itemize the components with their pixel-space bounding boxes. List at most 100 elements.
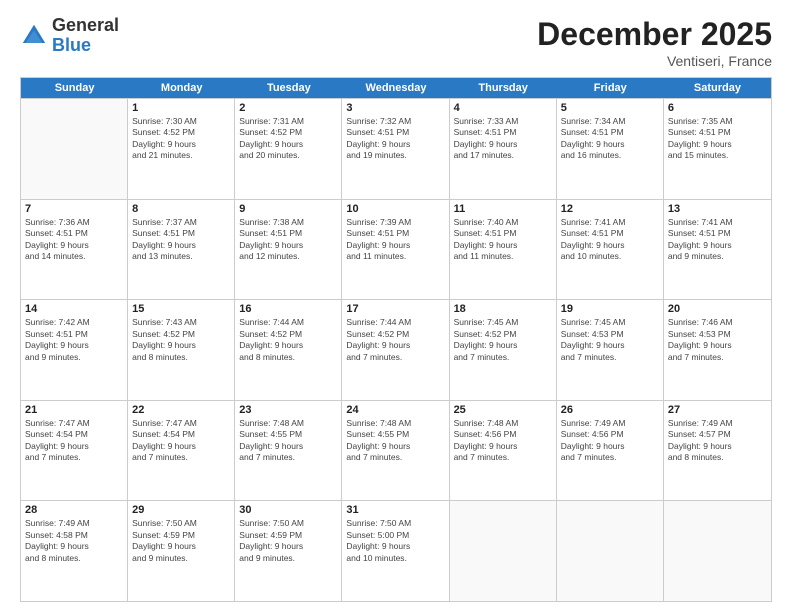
location: Ventiseri, France bbox=[537, 53, 772, 69]
calendar-cell bbox=[450, 501, 557, 601]
day-number: 29 bbox=[132, 504, 230, 516]
day-info: Sunrise: 7:33 AM Sunset: 4:51 PM Dayligh… bbox=[454, 116, 552, 162]
calendar-cell: 25 Sunrise: 7:48 AM Sunset: 4:56 PM Dayli… bbox=[450, 401, 557, 501]
calendar-cell: 12Sunrise: 7:41 AM Sunset: 4:51 PM Dayli… bbox=[557, 200, 664, 300]
day-number: 24 bbox=[346, 404, 444, 416]
calendar-cell: 8 Sunrise: 7:37 AM Sunset: 4:51 PM Daylig… bbox=[128, 200, 235, 300]
day-info: Sunrise: 7:39 AM Sunset: 4:51 PM Dayligh… bbox=[346, 217, 444, 263]
calendar-row-5: 28Sunrise: 7:49 AM Sunset: 4:58 PM Dayli… bbox=[21, 500, 771, 601]
day-number: 22 bbox=[132, 404, 230, 416]
day-number: 30 bbox=[239, 504, 337, 516]
day-info: Sunrise: 7:35 AM Sunset: 4:51 PM Dayligh… bbox=[668, 116, 767, 162]
day-number: 19 bbox=[561, 303, 659, 315]
calendar-cell: 20 Sunrise: 7:46 AM Sunset: 4:53 PM Dayli… bbox=[664, 300, 771, 400]
calendar-cell: 19 Sunrise: 7:45 AM Sunset: 4:53 PM Dayli… bbox=[557, 300, 664, 400]
calendar-body: 1Sunrise: 7:30 AM Sunset: 4:52 PM Daylig… bbox=[21, 98, 771, 601]
day-number: 7 bbox=[25, 203, 123, 215]
day-info: Sunrise: 7:48 AM Sunset: 4:56 PM Dayligh… bbox=[454, 418, 552, 464]
calendar-cell: 23 Sunrise: 7:48 AM Sunset: 4:55 PM Dayli… bbox=[235, 401, 342, 501]
calendar-cell: 17Sunrise: 7:44 AM Sunset: 4:52 PM Dayli… bbox=[342, 300, 449, 400]
day-number: 2 bbox=[239, 102, 337, 114]
day-info: Sunrise: 7:49 AM Sunset: 4:57 PM Dayligh… bbox=[668, 418, 767, 464]
calendar-cell: 30 Sunrise: 7:50 AM Sunset: 4:59 PM Dayli… bbox=[235, 501, 342, 601]
header-day-wednesday: Wednesday bbox=[342, 78, 449, 98]
calendar-cell: 28Sunrise: 7:49 AM Sunset: 4:58 PM Dayli… bbox=[21, 501, 128, 601]
day-number: 26 bbox=[561, 404, 659, 416]
day-number: 18 bbox=[454, 303, 552, 315]
logo-general: General bbox=[52, 16, 119, 36]
header-day-tuesday: Tuesday bbox=[235, 78, 342, 98]
day-info: Sunrise: 7:46 AM Sunset: 4:53 PM Dayligh… bbox=[668, 317, 767, 363]
day-info: Sunrise: 7:36 AM Sunset: 4:51 PM Dayligh… bbox=[25, 217, 123, 263]
day-info: Sunrise: 7:30 AM Sunset: 4:52 PM Dayligh… bbox=[132, 116, 230, 162]
calendar-cell: 26 Sunrise: 7:49 AM Sunset: 4:56 PM Dayli… bbox=[557, 401, 664, 501]
calendar-cell: 10Sunrise: 7:39 AM Sunset: 4:51 PM Dayli… bbox=[342, 200, 449, 300]
calendar-cell: 2 Sunrise: 7:31 AM Sunset: 4:52 PM Daylig… bbox=[235, 99, 342, 199]
calendar-cell: 15Sunrise: 7:43 AM Sunset: 4:52 PM Dayli… bbox=[128, 300, 235, 400]
calendar-row-3: 14 Sunrise: 7:42 AM Sunset: 4:51 PM Dayli… bbox=[21, 299, 771, 400]
calendar-cell: 9 Sunrise: 7:38 AM Sunset: 4:51 PM Daylig… bbox=[235, 200, 342, 300]
calendar-cell: 3Sunrise: 7:32 AM Sunset: 4:51 PM Daylig… bbox=[342, 99, 449, 199]
day-info: Sunrise: 7:47 AM Sunset: 4:54 PM Dayligh… bbox=[25, 418, 123, 464]
day-info: Sunrise: 7:45 AM Sunset: 4:52 PM Dayligh… bbox=[454, 317, 552, 363]
calendar-row-1: 1Sunrise: 7:30 AM Sunset: 4:52 PM Daylig… bbox=[21, 98, 771, 199]
day-number: 25 bbox=[454, 404, 552, 416]
day-number: 23 bbox=[239, 404, 337, 416]
calendar-cell bbox=[557, 501, 664, 601]
calendar-cell: 31Sunrise: 7:50 AM Sunset: 5:00 PM Dayli… bbox=[342, 501, 449, 601]
calendar-cell: 14 Sunrise: 7:42 AM Sunset: 4:51 PM Dayli… bbox=[21, 300, 128, 400]
calendar-cell: 29Sunrise: 7:50 AM Sunset: 4:59 PM Dayli… bbox=[128, 501, 235, 601]
calendar-cell: 22 Sunrise: 7:47 AM Sunset: 4:54 PM Dayli… bbox=[128, 401, 235, 501]
day-number: 16 bbox=[239, 303, 337, 315]
header-day-thursday: Thursday bbox=[450, 78, 557, 98]
day-number: 8 bbox=[132, 203, 230, 215]
logo-blue: Blue bbox=[52, 36, 119, 56]
logo-text: General Blue bbox=[52, 16, 119, 56]
day-number: 6 bbox=[668, 102, 767, 114]
day-info: Sunrise: 7:43 AM Sunset: 4:52 PM Dayligh… bbox=[132, 317, 230, 363]
calendar-cell: 13 Sunrise: 7:41 AM Sunset: 4:51 PM Dayli… bbox=[664, 200, 771, 300]
day-number: 14 bbox=[25, 303, 123, 315]
calendar-cell: 21 Sunrise: 7:47 AM Sunset: 4:54 PM Dayli… bbox=[21, 401, 128, 501]
day-number: 4 bbox=[454, 102, 552, 114]
calendar-cell: 6 Sunrise: 7:35 AM Sunset: 4:51 PM Daylig… bbox=[664, 99, 771, 199]
calendar-cell: 24Sunrise: 7:48 AM Sunset: 4:55 PM Dayli… bbox=[342, 401, 449, 501]
day-info: Sunrise: 7:31 AM Sunset: 4:52 PM Dayligh… bbox=[239, 116, 337, 162]
day-number: 27 bbox=[668, 404, 767, 416]
day-info: Sunrise: 7:48 AM Sunset: 4:55 PM Dayligh… bbox=[239, 418, 337, 464]
day-info: Sunrise: 7:38 AM Sunset: 4:51 PM Dayligh… bbox=[239, 217, 337, 263]
day-info: Sunrise: 7:49 AM Sunset: 4:56 PM Dayligh… bbox=[561, 418, 659, 464]
day-info: Sunrise: 7:32 AM Sunset: 4:51 PM Dayligh… bbox=[346, 116, 444, 162]
day-info: Sunrise: 7:41 AM Sunset: 4:51 PM Dayligh… bbox=[668, 217, 767, 263]
day-info: Sunrise: 7:37 AM Sunset: 4:51 PM Dayligh… bbox=[132, 217, 230, 263]
day-info: Sunrise: 7:40 AM Sunset: 4:51 PM Dayligh… bbox=[454, 217, 552, 263]
day-number: 17 bbox=[346, 303, 444, 315]
logo-icon bbox=[20, 22, 48, 50]
day-number: 9 bbox=[239, 203, 337, 215]
month-title: December 2025 bbox=[537, 16, 772, 53]
day-number: 21 bbox=[25, 404, 123, 416]
header-day-friday: Friday bbox=[557, 78, 664, 98]
day-info: Sunrise: 7:44 AM Sunset: 4:52 PM Dayligh… bbox=[239, 317, 337, 363]
calendar-cell: 16 Sunrise: 7:44 AM Sunset: 4:52 PM Dayli… bbox=[235, 300, 342, 400]
calendar: SundayMondayTuesdayWednesdayThursdayFrid… bbox=[20, 77, 772, 602]
day-info: Sunrise: 7:45 AM Sunset: 4:53 PM Dayligh… bbox=[561, 317, 659, 363]
calendar-row-4: 21 Sunrise: 7:47 AM Sunset: 4:54 PM Dayli… bbox=[21, 400, 771, 501]
calendar-cell: 18 Sunrise: 7:45 AM Sunset: 4:52 PM Dayli… bbox=[450, 300, 557, 400]
day-number: 12 bbox=[561, 203, 659, 215]
title-section: December 2025 Ventiseri, France bbox=[537, 16, 772, 69]
day-info: Sunrise: 7:34 AM Sunset: 4:51 PM Dayligh… bbox=[561, 116, 659, 162]
day-info: Sunrise: 7:47 AM Sunset: 4:54 PM Dayligh… bbox=[132, 418, 230, 464]
calendar-cell: 4 Sunrise: 7:33 AM Sunset: 4:51 PM Daylig… bbox=[450, 99, 557, 199]
day-number: 5 bbox=[561, 102, 659, 114]
day-info: Sunrise: 7:49 AM Sunset: 4:58 PM Dayligh… bbox=[25, 518, 123, 564]
calendar-cell: 27 Sunrise: 7:49 AM Sunset: 4:57 PM Dayli… bbox=[664, 401, 771, 501]
calendar-cell: 1Sunrise: 7:30 AM Sunset: 4:52 PM Daylig… bbox=[128, 99, 235, 199]
logo: General Blue bbox=[20, 16, 119, 56]
day-number: 20 bbox=[668, 303, 767, 315]
day-info: Sunrise: 7:50 AM Sunset: 4:59 PM Dayligh… bbox=[239, 518, 337, 564]
header-day-sunday: Sunday bbox=[21, 78, 128, 98]
day-number: 31 bbox=[346, 504, 444, 516]
day-number: 13 bbox=[668, 203, 767, 215]
day-info: Sunrise: 7:42 AM Sunset: 4:51 PM Dayligh… bbox=[25, 317, 123, 363]
